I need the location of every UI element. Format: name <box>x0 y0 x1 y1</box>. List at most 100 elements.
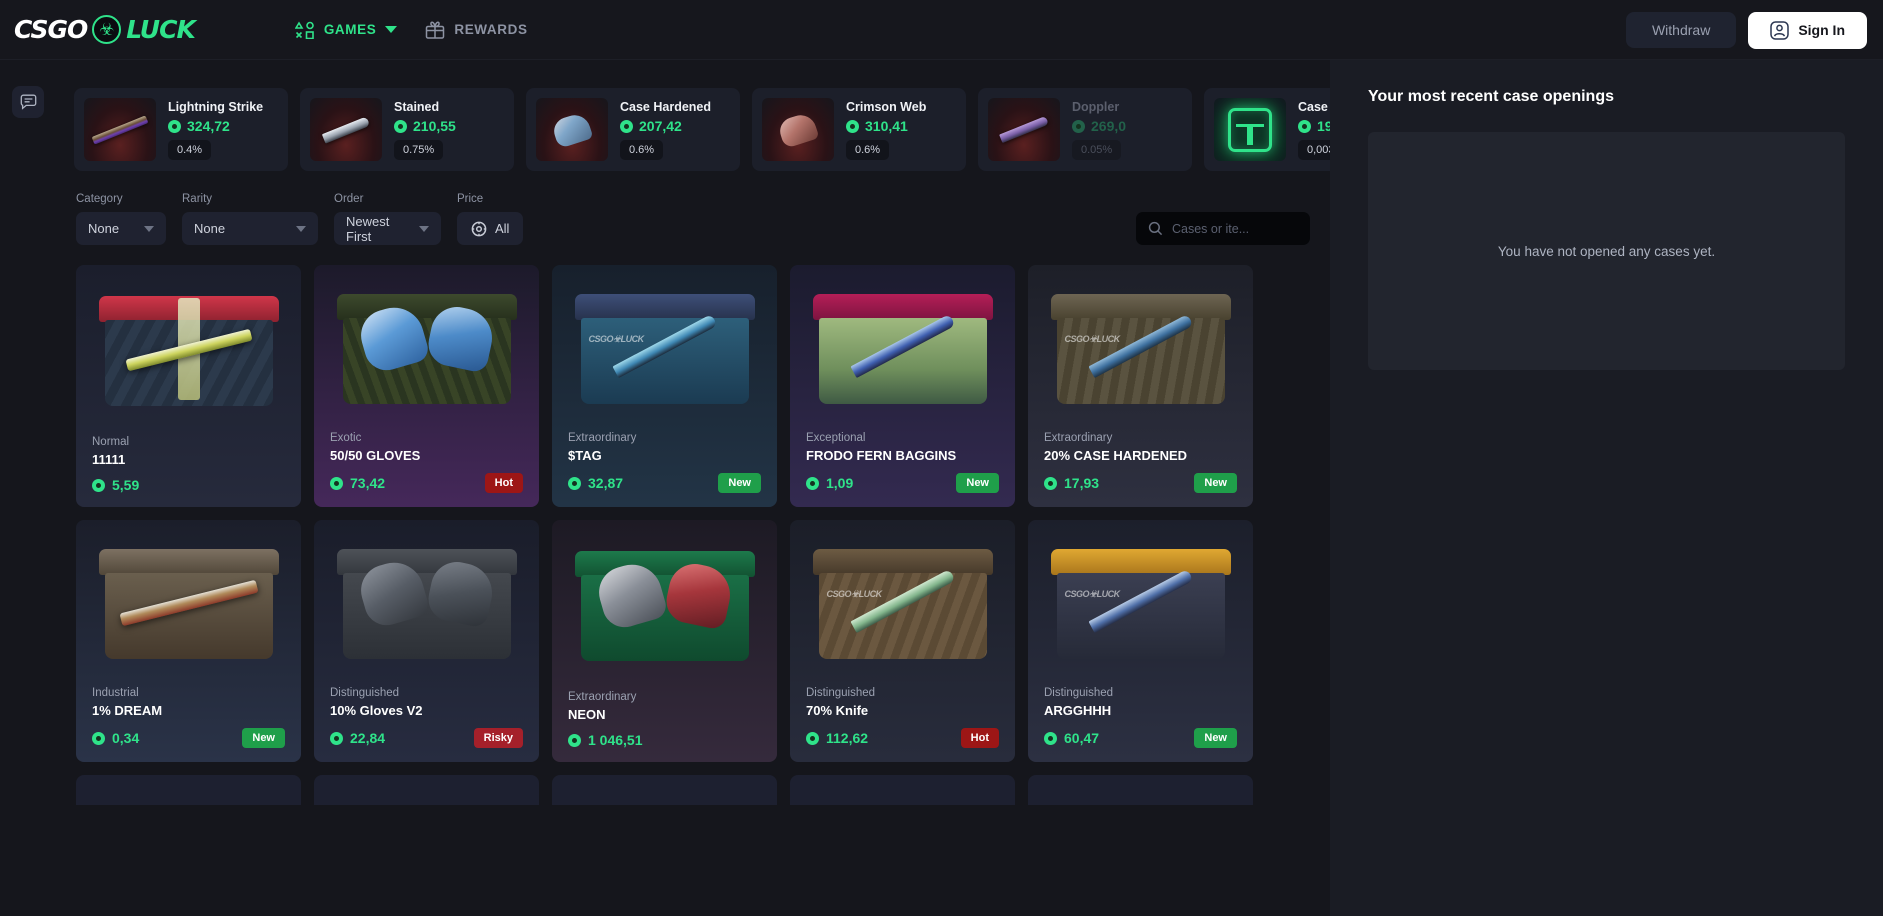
recent-openings-panel: Your most recent case openings You have … <box>1330 60 1883 916</box>
filter-order: Order Newest First <box>334 193 441 245</box>
chevron-down-icon <box>385 26 398 33</box>
item-name: Stained <box>394 100 440 114</box>
item-thumbnail <box>762 98 834 161</box>
sign-in-button[interactable]: Sign In <box>1748 11 1867 49</box>
nav-item-games[interactable]: GAMES <box>294 20 398 39</box>
case-card[interactable] <box>314 775 539 805</box>
case-title: 11111 <box>92 452 126 467</box>
coin-icon <box>620 119 633 133</box>
featured-items-strip: Lightning Strike 324,72 0.4% Stained 210… <box>56 60 1330 171</box>
case-card[interactable]: Distinguished 10% Gloves V2 22,84 Risky <box>314 520 539 762</box>
crate-icon: CSGO☣LUCK <box>574 293 755 404</box>
order-select[interactable]: Newest First <box>334 212 441 245</box>
crate-icon <box>812 293 993 404</box>
case-card[interactable]: CSGO☣LUCK Extraordinary $TAG 32,87 New <box>552 265 777 507</box>
case-card[interactable]: Extraordinary NEON 1 046,51 <box>552 520 777 762</box>
case-card[interactable]: Industrial 1% DREAM 0,34 New <box>76 520 301 762</box>
nav-item-rewards[interactable]: REWARDS <box>425 20 527 39</box>
item-chance-badge: 0.4% <box>168 140 212 160</box>
item-chance-badge: 0.75% <box>394 140 444 160</box>
main-content: Lightning Strike 324,72 0.4% Stained 210… <box>56 60 1330 916</box>
brand-logo[interactable]: CSGO ☣ LUCK <box>14 15 196 44</box>
crate-icon: CSGO☣LUCK <box>1050 293 1231 404</box>
case-rarity: Exotic <box>330 432 362 444</box>
crate-icon <box>336 293 517 404</box>
gloves-icon <box>592 557 736 633</box>
featured-item-card[interactable]: Stained 210,55 0.75% <box>300 88 514 171</box>
coin-icon <box>1298 119 1311 133</box>
case-price: 1 046,51 <box>568 732 643 748</box>
case-price: 0,34 <box>92 730 139 746</box>
case-artwork: CSGO☣LUCK <box>552 265 777 432</box>
filter-rarity: Rarity None <box>182 193 318 245</box>
coin-icon <box>846 119 859 133</box>
item-thumbnail <box>84 98 156 161</box>
filter-label-price: Price <box>457 193 484 205</box>
case-artwork <box>314 520 539 687</box>
bonus-pot-card[interactable]: Case Opening Bonus Pot 19,53 0,0034 % Ch… <box>1204 88 1330 171</box>
coin-icon <box>806 476 819 490</box>
item-name: Case Opening Bonus Pot <box>1298 100 1330 114</box>
filter-label-order: Order <box>334 193 364 205</box>
case-artwork <box>790 265 1015 432</box>
case-card[interactable] <box>790 775 1015 805</box>
item-name: Crimson Web <box>846 100 927 114</box>
case-tag: Hot <box>960 728 999 748</box>
case-tag: New <box>1194 473 1237 493</box>
case-price: 17,93 <box>1044 475 1099 491</box>
case-card[interactable]: CSGO☣LUCK Distinguished 70% Knife 112,62… <box>790 520 1015 762</box>
search-input[interactable]: Cases or ite... <box>1136 212 1310 245</box>
coin-icon <box>568 476 581 490</box>
case-artwork: CSGO☣LUCK <box>790 520 1015 687</box>
case-rarity: Extraordinary <box>568 691 637 703</box>
item-thumbnail <box>1214 98 1286 161</box>
chevron-down-icon <box>296 225 306 232</box>
case-card[interactable] <box>76 775 301 805</box>
gift-icon <box>425 20 445 39</box>
case-rarity: Distinguished <box>330 687 400 699</box>
featured-item-card[interactable]: Crimson Web 310,41 0.6% <box>752 88 966 171</box>
case-card[interactable]: CSGO☣LUCK Extraordinary 20% CASE HARDENE… <box>1028 265 1253 507</box>
withdraw-button[interactable]: Withdraw <box>1625 12 1737 48</box>
nav-label-rewards: REWARDS <box>454 22 528 37</box>
category-select[interactable]: None <box>76 212 166 245</box>
case-card[interactable]: CSGO☣LUCK Distinguished ARGGHHH 60,47 Ne… <box>1028 520 1253 762</box>
case-card[interactable]: Exotic 50/50 GLOVES 73,42 Hot <box>314 265 539 507</box>
coin-icon <box>330 731 343 745</box>
case-price: 60,47 <box>1044 730 1099 746</box>
featured-item-card[interactable]: Doppler 269,0 0.05% <box>978 88 1192 171</box>
clover-logo-icon: ☣ <box>92 15 122 44</box>
case-rarity: Exceptional <box>806 432 866 444</box>
crate-icon <box>98 295 279 406</box>
item-chance-badge: 0,0034 % Chance <box>1298 140 1330 160</box>
category-value: None <box>88 221 120 236</box>
item-price: 269,0 <box>1072 118 1126 134</box>
case-title: ARGGHHH <box>1044 703 1112 718</box>
coin-icon <box>168 119 181 133</box>
case-artwork: CSGO☣LUCK <box>1028 520 1253 687</box>
recent-openings-list: You have not opened any cases yet. <box>1368 132 1845 370</box>
case-title: $TAG <box>568 448 602 463</box>
case-rarity: Extraordinary <box>1044 432 1113 444</box>
case-price: 5,59 <box>92 477 139 493</box>
chat-toggle-button[interactable] <box>12 86 44 118</box>
case-card[interactable]: Normal 11111 5,59 <box>76 265 301 507</box>
coin-icon <box>806 731 819 745</box>
case-card[interactable] <box>552 775 777 805</box>
search-placeholder: Cases or ite... <box>1172 221 1250 236</box>
coin-icon <box>394 119 407 133</box>
featured-item-card[interactable]: Lightning Strike 324,72 0.4% <box>74 88 288 171</box>
price-all-button[interactable]: All <box>457 212 524 245</box>
crate-icon: CSGO☣LUCK <box>1050 548 1231 659</box>
chat-icon <box>20 94 37 110</box>
crate-logo: CSGO☣LUCK <box>826 588 883 599</box>
chevron-down-icon <box>144 225 154 232</box>
case-card[interactable]: Exceptional FRODO FERN BAGGINS 1,09 New <box>790 265 1015 507</box>
crate-logo: CSGO☣LUCK <box>1064 333 1121 344</box>
rarity-select[interactable]: None <box>182 212 318 245</box>
coin-icon <box>330 476 343 490</box>
chevron-down-icon <box>419 225 429 232</box>
featured-item-card[interactable]: Case Hardened 207,42 0.6% <box>526 88 740 171</box>
case-card[interactable] <box>1028 775 1253 805</box>
coin-stack-icon <box>471 221 487 237</box>
